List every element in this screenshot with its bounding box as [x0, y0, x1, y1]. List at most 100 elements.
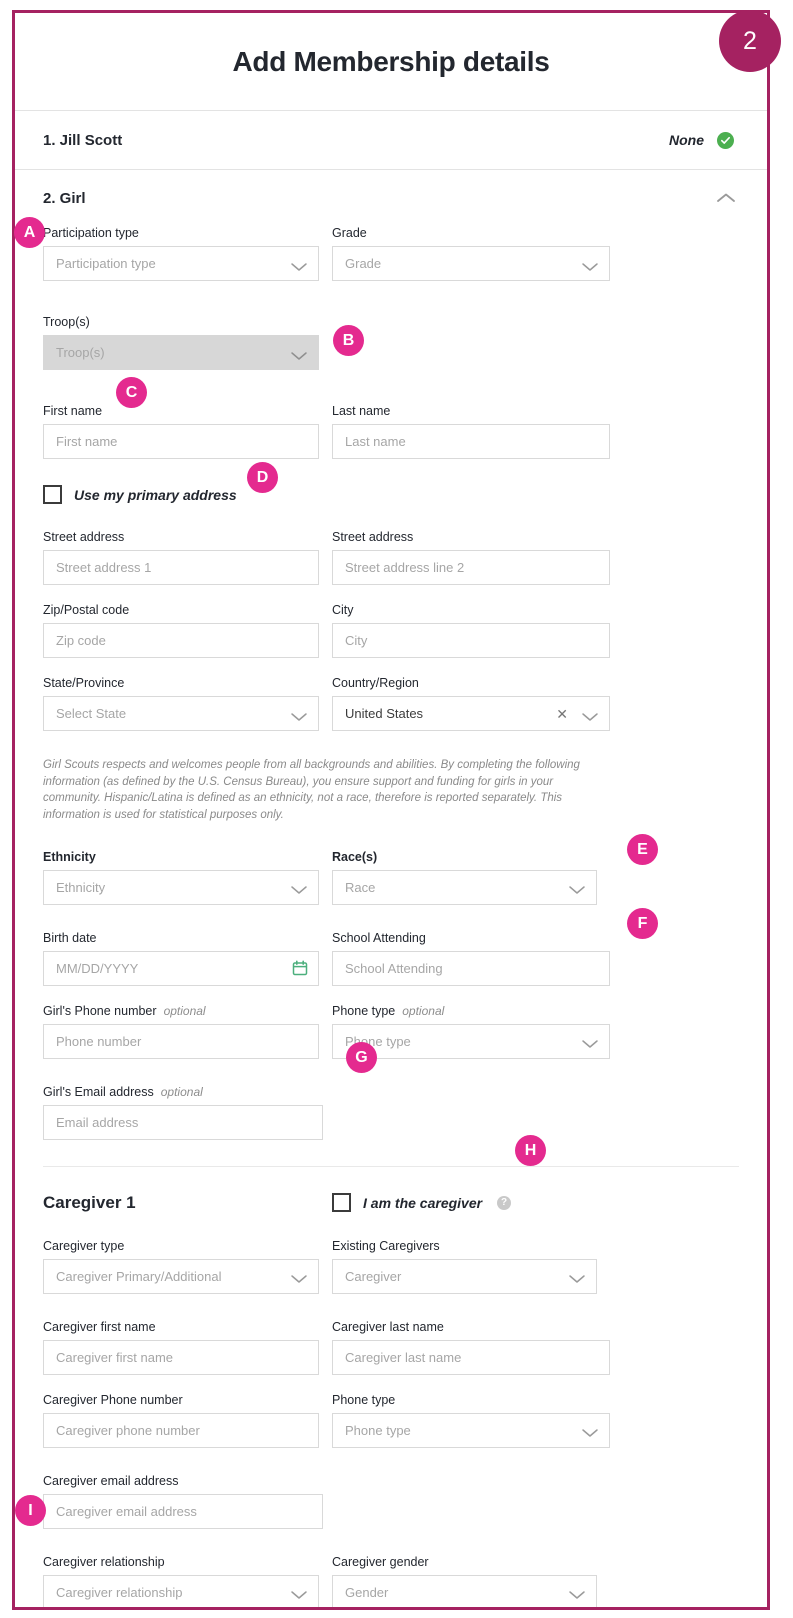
optional-tag: optional [163, 1003, 206, 1018]
step-number-badge: 2 [719, 10, 781, 72]
birth-date-input[interactable]: MM/DD/YYYY [43, 950, 319, 986]
label-country: Country/Region [332, 676, 419, 690]
chevron-down-icon [568, 1271, 586, 1283]
grade-select[interactable]: Grade [332, 246, 610, 281]
chevron-down-icon [568, 1587, 586, 1599]
girl-email-input[interactable]: Email address [43, 1104, 323, 1140]
field-caregiver-gender: Caregiver gender Gender [332, 1555, 597, 1607]
field-first-name: First name First name [43, 404, 319, 459]
use-primary-address-row[interactable]: Use my primary address [43, 485, 739, 504]
country-select[interactable]: United States ✕ [332, 696, 610, 731]
race-select[interactable]: Race [332, 869, 597, 905]
field-caregiver-last-name: Caregiver last name Caregiver last name [332, 1320, 610, 1375]
field-street-address-2: Street address Street address line 2 [332, 530, 610, 585]
street-address-2-input[interactable]: Street address line 2 [332, 550, 610, 585]
field-caregiver-phone: Caregiver Phone number Caregiver phone n… [43, 1393, 319, 1448]
page-title: Add Membership details [232, 46, 550, 77]
label-school-attending: School Attending [332, 930, 426, 945]
annotation-marker-f: F [627, 908, 658, 939]
screenshot-root: Add Membership details 1. Jill Scott Non… [0, 0, 793, 1618]
label-caregiver-phone-type: Phone type [332, 1392, 396, 1407]
existing-caregivers-placeholder: Caregiver [345, 1268, 402, 1284]
row-caregiver-name: Caregiver first name Caregiver first nam… [43, 1320, 739, 1375]
state-select[interactable]: Select State [43, 696, 319, 731]
label-caregiver-relationship: Caregiver relationship [43, 1554, 165, 1569]
label-existing-caregivers: Existing Caregivers [332, 1238, 440, 1253]
street-address-1-placeholder: Street address 1 [56, 560, 152, 575]
caregiver-phone-type-select[interactable]: Phone type [332, 1412, 610, 1448]
school-attending-input[interactable]: School Attending [332, 950, 610, 986]
field-participation-type: Participation type Participation type [43, 226, 319, 281]
label-girl-phone-text: Girl's Phone number [43, 1003, 157, 1018]
i-am-caregiver-label: I am the caregiver [363, 1194, 483, 1211]
chevron-down-icon [290, 1587, 308, 1599]
i-am-caregiver-checkbox[interactable] [332, 1193, 351, 1213]
section-header-girl[interactable]: 2. Girl [15, 170, 767, 226]
field-race: Race(s) Race [332, 850, 597, 905]
chevron-down-icon [581, 1425, 599, 1437]
field-caregiver-type: Caregiver type Caregiver Primary/Additio… [43, 1239, 319, 1294]
chevron-down-icon [568, 882, 586, 894]
label-zip: Zip/Postal code [43, 603, 130, 617]
field-city: City City [332, 603, 610, 658]
field-ethnicity: Ethnicity Ethnicity [43, 850, 319, 905]
chevron-up-icon[interactable] [715, 191, 737, 205]
city-input[interactable]: City [332, 623, 610, 658]
row-caregiver-phone: Caregiver Phone number Caregiver phone n… [43, 1393, 739, 1448]
calendar-icon[interactable] [292, 960, 308, 976]
help-circle-icon[interactable]: ? [497, 1195, 512, 1210]
chevron-down-icon [581, 1036, 599, 1048]
last-name-input[interactable]: Last name [332, 424, 610, 459]
annotation-marker-e: E [627, 834, 658, 865]
row-zip-city: Zip/Postal code Zip code City City [43, 603, 739, 658]
i-am-caregiver-row[interactable]: I am the caregiver ? [332, 1193, 512, 1213]
chevron-down-icon [581, 259, 599, 271]
ethnicity-select[interactable]: Ethnicity [43, 869, 319, 905]
existing-caregivers-select[interactable]: Caregiver [332, 1258, 597, 1294]
label-birth-date: Birth date [43, 930, 97, 945]
use-primary-address-checkbox[interactable] [43, 485, 62, 504]
label-girl-email-text: Girl's Email address [43, 1084, 154, 1099]
chevron-down-icon [290, 882, 308, 894]
caregiver-last-name-input[interactable]: Caregiver last name [332, 1339, 610, 1375]
label-troops: Troop(s) [43, 315, 90, 329]
street-address-1-input[interactable]: Street address 1 [43, 550, 319, 585]
caregiver-phone-input[interactable]: Caregiver phone number [43, 1412, 319, 1448]
caregiver-email-placeholder: Caregiver email address [56, 1503, 197, 1519]
girl-phone-input[interactable]: Phone number [43, 1023, 319, 1059]
clear-x-icon[interactable]: ✕ [556, 707, 568, 721]
label-caregiver-gender: Caregiver gender [332, 1554, 429, 1569]
grade-placeholder: Grade [345, 256, 382, 271]
caregiver-first-name-input[interactable]: Caregiver first name [43, 1339, 319, 1375]
chevron-down-icon [290, 1271, 308, 1283]
field-caregiver-phone-type: Phone type Phone type [332, 1393, 610, 1448]
field-existing-caregivers: Existing Caregivers Caregiver [332, 1239, 597, 1294]
troops-select[interactable]: Troop(s) [43, 335, 319, 370]
annotation-marker-c: C [116, 377, 147, 408]
field-state: State/Province Select State [43, 676, 319, 731]
participation-type-select[interactable]: Participation type [43, 246, 319, 281]
caregiver-type-select[interactable]: Caregiver Primary/Additional [43, 1258, 319, 1294]
row-girl-phone: Girl's Phone number optional Phone numbe… [43, 1004, 739, 1059]
row-caregiver-email: Caregiver email address Caregiver email … [43, 1474, 739, 1529]
field-birth-date: Birth date MM/DD/YYYY [43, 931, 319, 986]
caregiver-section-header: Caregiver 1 I am the caregiver ? [43, 1193, 739, 1213]
zip-input[interactable]: Zip code [43, 623, 319, 658]
race-placeholder: Race [345, 879, 376, 895]
row-state-country: State/Province Select State Country/Regi… [43, 676, 739, 731]
label-girl-phone-type: Phone type optional [332, 1004, 610, 1018]
check-circle-icon [717, 131, 734, 149]
caregiver-gender-select[interactable]: Gender [332, 1574, 597, 1607]
row-participation-grade: Participation type Participation type Gr… [43, 226, 739, 281]
row-girl-email: Girl's Email address optional Email addr… [43, 1085, 739, 1140]
label-caregiver-email: Caregiver email address [43, 1473, 179, 1488]
field-caregiver-relationship: Caregiver relationship Caregiver relatio… [43, 1555, 319, 1607]
country-value: United States [345, 706, 424, 721]
member-row-1[interactable]: 1. Jill Scott None [15, 111, 767, 169]
caregiver-email-input[interactable]: Caregiver email address [43, 1493, 323, 1529]
row-street: Street address Street address 1 Street a… [43, 530, 739, 585]
label-state: State/Province [43, 676, 125, 690]
row-troops: Troop(s) Troop(s) [43, 315, 739, 370]
first-name-input[interactable]: First name [43, 424, 319, 459]
caregiver-relationship-select[interactable]: Caregiver relationship [43, 1574, 319, 1607]
